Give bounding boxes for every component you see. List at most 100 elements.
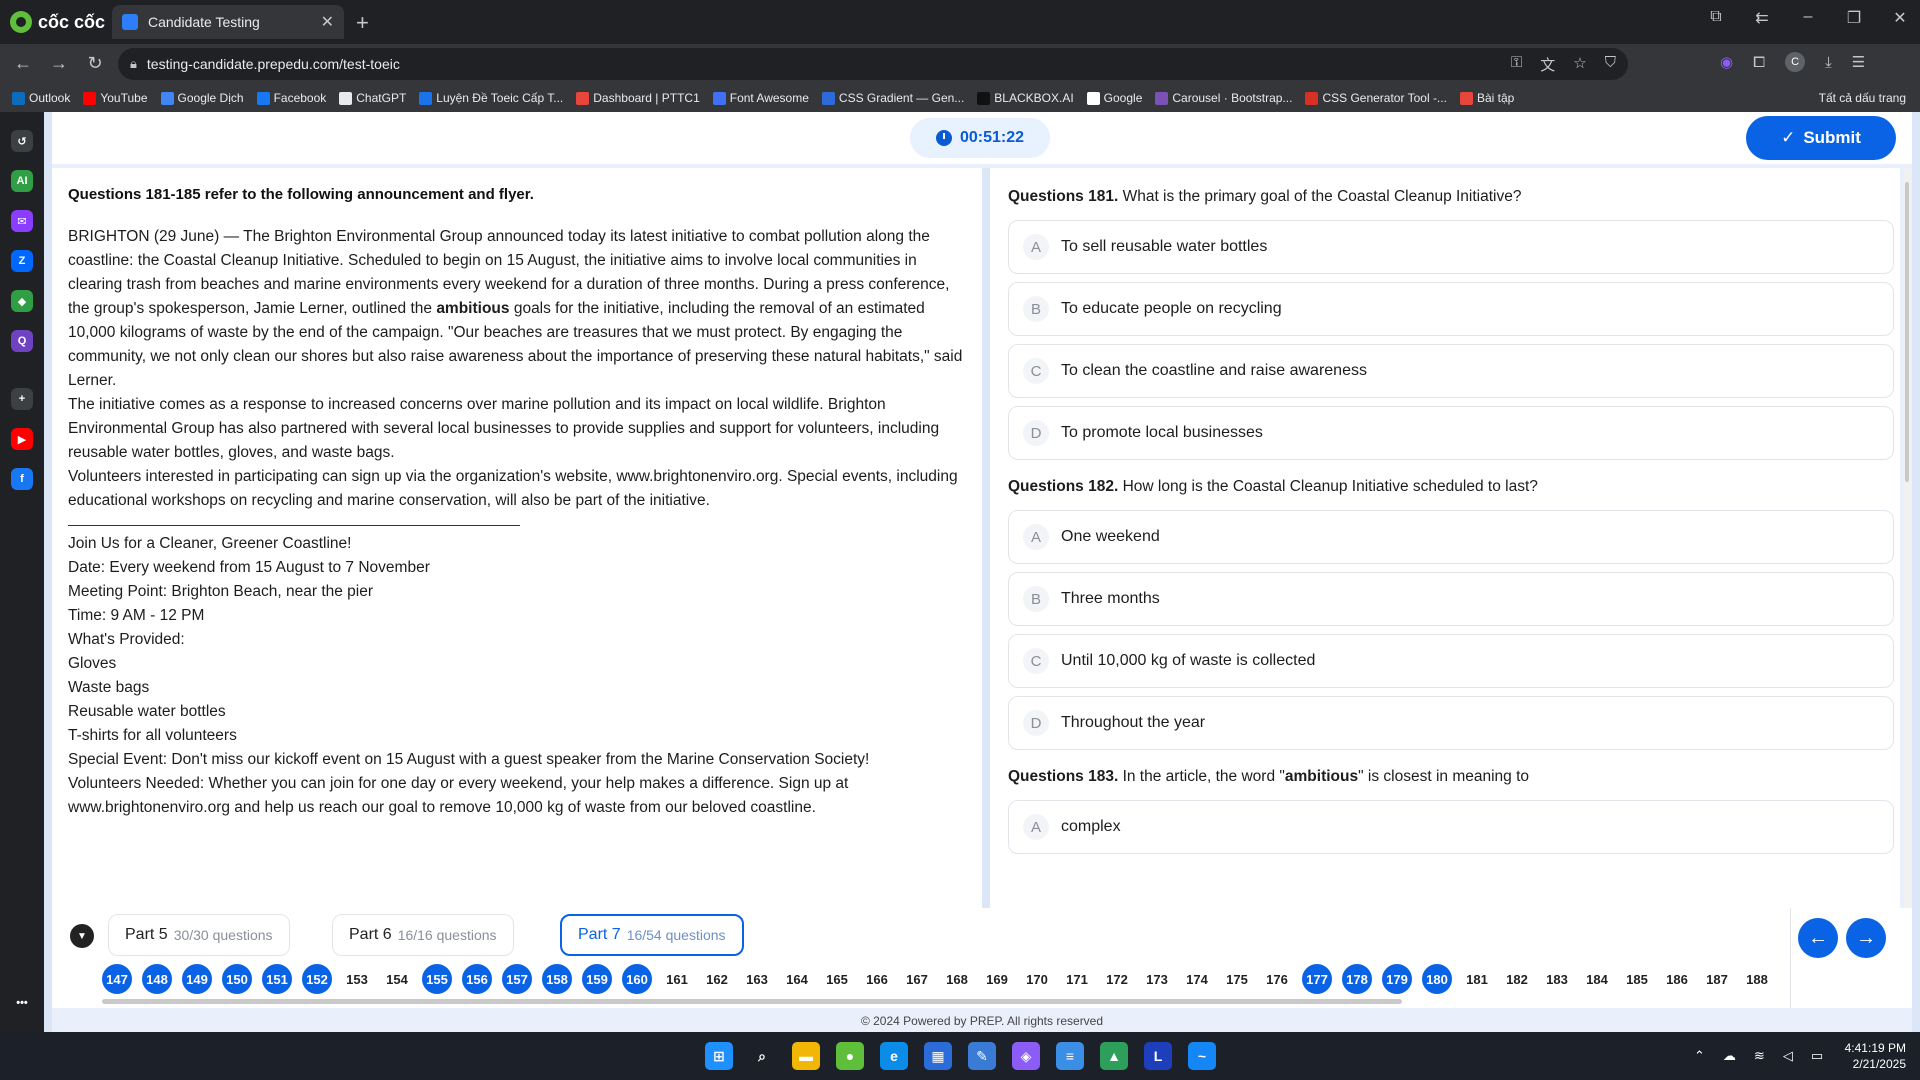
url-text[interactable]: testing-candidate.prepedu.com/test-toeic	[147, 56, 1511, 72]
question-number-button[interactable]: 148	[142, 964, 172, 994]
edge-icon[interactable]: e	[880, 1042, 908, 1070]
question-number-button[interactable]: 169	[982, 964, 1012, 994]
question-number-button[interactable]: 153	[342, 964, 372, 994]
battery-icon[interactable]: ▭	[1811, 1048, 1823, 1064]
question-number-button[interactable]: 150	[222, 964, 252, 994]
pen-app-icon[interactable]: ✎	[968, 1042, 996, 1070]
question-number-button[interactable]: 168	[942, 964, 972, 994]
question-number-button[interactable]: 154	[382, 964, 412, 994]
onedrive-icon[interactable]: ☁	[1723, 1048, 1736, 1064]
question-number-button[interactable]: 173	[1142, 964, 1172, 994]
extensions-puzzle-icon[interactable]: ⧠	[1753, 54, 1765, 71]
answer-option[interactable]: D Throughout the year	[1008, 696, 1894, 750]
question-number-button[interactable]: 174	[1182, 964, 1212, 994]
bookmark-item[interactable]: YouTube	[83, 91, 148, 105]
bookmark-item[interactable]: Bài tập	[1459, 91, 1514, 105]
bookmark-item[interactable]: Dashboard | PTTC1	[576, 91, 700, 105]
question-number-button[interactable]: 179	[1382, 964, 1412, 994]
menu-icon[interactable]: ☰	[1852, 53, 1865, 71]
question-number-button[interactable]: 186	[1662, 964, 1692, 994]
all-bookmarks-link[interactable]: Tất cả dấu trang	[1819, 91, 1906, 105]
question-number-button[interactable]: 184	[1582, 964, 1612, 994]
answer-option[interactable]: A One weekend	[1008, 510, 1894, 564]
copilot-icon[interactable]: ◈	[1012, 1042, 1040, 1070]
tray-chevron-icon[interactable]: ⌃	[1694, 1048, 1705, 1064]
lock-icon[interactable]: 🔒︎	[130, 56, 137, 72]
question-number-button[interactable]: 175	[1222, 964, 1252, 994]
store-icon[interactable]: ▦	[924, 1042, 952, 1070]
question-number-button[interactable]: 151	[262, 964, 292, 994]
question-number-button[interactable]: 149	[182, 964, 212, 994]
bookmark-item[interactable]: Carousel · Bootstrap...	[1155, 91, 1292, 105]
question-number-button[interactable]: 160	[622, 964, 652, 994]
question-number-button[interactable]: 156	[462, 964, 492, 994]
translate-icon[interactable]: 文	[1540, 54, 1555, 75]
game-icon[interactable]: ◆	[11, 290, 33, 312]
q-icon[interactable]: Q	[11, 330, 33, 352]
question-number-button[interactable]: 176	[1262, 964, 1292, 994]
submit-button[interactable]: ✓ Submit	[1746, 116, 1896, 160]
ai-icon[interactable]: AI	[11, 170, 33, 192]
bookmark-item[interactable]: Google	[1086, 91, 1142, 105]
question-number-button[interactable]: 182	[1502, 964, 1532, 994]
tab-candidate-testing[interactable]: Candidate Testing ✕	[112, 5, 344, 39]
restore-icon[interactable]: ❐	[1844, 8, 1864, 28]
bookmark-item[interactable]: CSS Gradient — Gen...	[821, 91, 964, 105]
question-number-button[interactable]: 170	[1022, 964, 1052, 994]
history-icon[interactable]: ↺	[11, 130, 33, 152]
extension-purple-icon[interactable]: ◉	[1720, 53, 1733, 71]
question-number-button[interactable]: 158	[542, 964, 572, 994]
question-number-button[interactable]: 167	[902, 964, 932, 994]
volume-icon[interactable]: ◁	[1783, 1048, 1793, 1064]
question-number-button[interactable]: 185	[1622, 964, 1652, 994]
question-number-button[interactable]: 147	[102, 964, 132, 994]
question-number-button[interactable]: 178	[1342, 964, 1372, 994]
question-number-button[interactable]: 171	[1062, 964, 1092, 994]
bookmark-item[interactable]: Google Dịch	[160, 91, 244, 105]
question-number-button[interactable]: 180	[1422, 964, 1452, 994]
question-number-button[interactable]: 164	[782, 964, 812, 994]
question-number-button[interactable]: 152	[302, 964, 332, 994]
zalo-icon[interactable]: Z	[11, 250, 33, 272]
wifi-icon[interactable]: ≋	[1754, 1048, 1765, 1064]
part-tab-6[interactable]: Part 6 16/16 questions	[332, 914, 514, 956]
question-number-button[interactable]: 172	[1102, 964, 1132, 994]
youtube-icon[interactable]: ▶	[11, 428, 33, 450]
coccoc-icon[interactable]: ●	[836, 1042, 864, 1070]
messenger-icon[interactable]: ✉	[11, 210, 33, 232]
bookmark-item[interactable]: Luyện Đề Toeic Cấp T...	[419, 91, 563, 105]
answer-option[interactable]: A To sell reusable water bottles	[1008, 220, 1894, 274]
questions-panel[interactable]: Questions 181. What is the primary goal …	[990, 168, 1900, 908]
question-number-button[interactable]: 162	[702, 964, 732, 994]
facebook-icon[interactable]: f	[11, 468, 33, 490]
question-number-button[interactable]: 177	[1302, 964, 1332, 994]
answer-option[interactable]: C Until 10,000 kg of waste is collected	[1008, 634, 1894, 688]
bookmark-item[interactable]: BLACKBOX.AI	[977, 91, 1074, 105]
shield-icon[interactable]: ⛉	[1605, 54, 1616, 75]
l-app-icon[interactable]: L	[1144, 1042, 1172, 1070]
question-number-button[interactable]: 183	[1542, 964, 1572, 994]
minimize-icon[interactable]: –	[1798, 8, 1818, 28]
forward-icon[interactable]: →	[48, 53, 70, 74]
question-number-button[interactable]: 159	[582, 964, 612, 994]
screen-capture-icon[interactable]: ⧉	[1706, 8, 1726, 28]
question-number-button[interactable]: 181	[1462, 964, 1492, 994]
next-question-button[interactable]: →	[1846, 918, 1886, 958]
panel-divider[interactable]	[982, 168, 990, 908]
bookmark-item[interactable]: CSS Generator Tool -...	[1305, 91, 1447, 105]
question-number-button[interactable]: 187	[1702, 964, 1732, 994]
search-icon[interactable]: ⌕	[748, 1042, 776, 1070]
previous-question-button[interactable]: ←	[1798, 918, 1838, 958]
close-tab-icon[interactable]: ✕	[321, 12, 334, 32]
number-row-scrollbar[interactable]	[102, 999, 1402, 1004]
close-window-icon[interactable]: ✕	[1890, 8, 1910, 28]
answer-option[interactable]: D To promote local businesses	[1008, 406, 1894, 460]
bookmark-item[interactable]: Font Awesome	[712, 91, 809, 105]
add-icon[interactable]: +	[11, 388, 33, 410]
question-number-button[interactable]: 165	[822, 964, 852, 994]
question-number-button[interactable]: 157	[502, 964, 532, 994]
question-number-button[interactable]: 163	[742, 964, 772, 994]
question-number-button[interactable]: 155	[422, 964, 452, 994]
question-number-button[interactable]: 166	[862, 964, 892, 994]
back-history-icon[interactable]: ⇇	[1752, 8, 1772, 28]
